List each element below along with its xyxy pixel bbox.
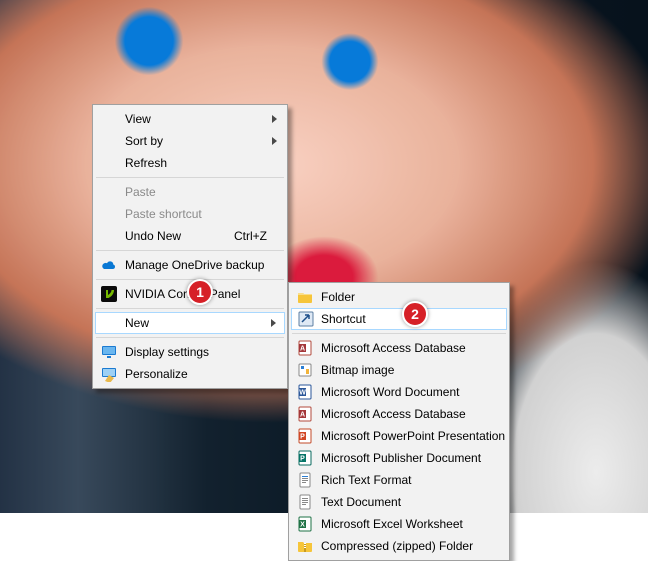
- menu-item-personalize[interactable]: Personalize: [95, 363, 285, 385]
- paint-icon: [101, 366, 117, 382]
- submenu-item-rtf[interactable]: Rich Text Format: [291, 469, 507, 491]
- cloud-icon: [101, 257, 117, 273]
- menu-item-paste-shortcut: Paste shortcut: [95, 203, 285, 225]
- menu-item-label: Shortcut: [321, 312, 366, 326]
- submenu-item-bitmap[interactable]: Bitmap image: [291, 359, 507, 381]
- menu-item-label: Sort by: [125, 134, 163, 148]
- menu-item-label: Microsoft PowerPoint Presentation: [321, 429, 505, 443]
- submenu-item-word[interactable]: W Microsoft Word Document: [291, 381, 507, 403]
- submenu-item-zip[interactable]: Compressed (zipped) Folder: [291, 535, 507, 557]
- menu-item-label: Refresh: [125, 156, 167, 170]
- menu-item-label: Folder: [321, 290, 355, 304]
- powerpoint-icon: P: [297, 428, 313, 444]
- publisher-icon: P: [297, 450, 313, 466]
- menu-item-label: Rich Text Format: [321, 473, 411, 487]
- folder-icon: [297, 289, 313, 305]
- menu-item-label: Manage OneDrive backup: [125, 258, 264, 272]
- menu-item-label: NVIDIA Control Panel: [125, 287, 240, 301]
- menu-item-new[interactable]: New: [95, 312, 285, 334]
- submenu-item-access[interactable]: A Microsoft Access Database: [291, 337, 507, 359]
- menu-item-view[interactable]: View: [95, 108, 285, 130]
- menu-separator: [96, 177, 284, 178]
- new-submenu: Folder Shortcut A Microsoft Access Datab…: [288, 282, 510, 561]
- svg-text:P: P: [300, 456, 305, 463]
- submenu-item-txt[interactable]: Text Document: [291, 491, 507, 513]
- zip-folder-icon: [297, 538, 313, 554]
- menu-separator: [292, 333, 506, 334]
- submenu-arrow-icon: [272, 115, 277, 123]
- menu-item-label: New: [125, 316, 149, 330]
- menu-item-label: Undo New: [125, 229, 181, 243]
- submenu-item-shortcut[interactable]: Shortcut: [291, 308, 507, 330]
- menu-item-label: View: [125, 112, 151, 126]
- menu-item-label: Text Document: [321, 495, 401, 509]
- svg-text:P: P: [300, 434, 305, 441]
- menu-separator: [96, 308, 284, 309]
- menu-item-label: Paste: [125, 185, 156, 199]
- desktop-context-menu: View Sort by Refresh Paste Paste shortcu…: [92, 104, 288, 389]
- submenu-item-access-2[interactable]: A Microsoft Access Database: [291, 403, 507, 425]
- svg-text:W: W: [299, 390, 306, 397]
- menu-item-label: Compressed (zipped) Folder: [321, 539, 473, 553]
- menu-item-label: Microsoft Word Document: [321, 385, 460, 399]
- menu-item-shortcut: Ctrl+Z: [234, 229, 267, 243]
- word-icon: W: [297, 384, 313, 400]
- access-icon: A: [297, 406, 313, 422]
- svg-text:A: A: [300, 412, 305, 419]
- menu-separator: [96, 279, 284, 280]
- monitor-icon: [101, 344, 117, 360]
- menu-item-label: Microsoft Excel Worksheet: [321, 517, 463, 531]
- excel-icon: X: [297, 516, 313, 532]
- menu-item-label: Microsoft Publisher Document: [321, 451, 481, 465]
- callout-badge-2: 2: [402, 301, 428, 327]
- submenu-item-excel[interactable]: X Microsoft Excel Worksheet: [291, 513, 507, 535]
- menu-item-onedrive-backup[interactable]: Manage OneDrive backup: [95, 254, 285, 276]
- submenu-item-powerpoint[interactable]: P Microsoft PowerPoint Presentation: [291, 425, 507, 447]
- menu-item-undo[interactable]: Undo New Ctrl+Z: [95, 225, 285, 247]
- submenu-arrow-icon: [272, 137, 277, 145]
- menu-separator: [96, 250, 284, 251]
- shortcut-icon: [298, 311, 314, 327]
- svg-text:X: X: [300, 522, 305, 529]
- menu-item-label: Bitmap image: [321, 363, 394, 377]
- menu-item-label: Display settings: [125, 345, 209, 359]
- callout-badge-1: 1: [187, 279, 213, 305]
- callout-number: 2: [411, 306, 419, 322]
- txt-icon: [297, 494, 313, 510]
- menu-item-refresh[interactable]: Refresh: [95, 152, 285, 174]
- menu-item-label: Paste shortcut: [125, 207, 202, 221]
- callout-number: 1: [196, 284, 204, 300]
- menu-item-sort-by[interactable]: Sort by: [95, 130, 285, 152]
- access-icon: A: [297, 340, 313, 356]
- menu-item-label: Microsoft Access Database: [321, 341, 466, 355]
- menu-item-label: Microsoft Access Database: [321, 407, 466, 421]
- rtf-icon: [297, 472, 313, 488]
- menu-item-paste: Paste: [95, 181, 285, 203]
- menu-item-display-settings[interactable]: Display settings: [95, 341, 285, 363]
- svg-text:A: A: [300, 346, 305, 353]
- menu-item-label: Personalize: [125, 367, 188, 381]
- submenu-arrow-icon: [271, 319, 276, 327]
- submenu-item-folder[interactable]: Folder: [291, 286, 507, 308]
- bitmap-icon: [297, 362, 313, 378]
- menu-separator: [96, 337, 284, 338]
- submenu-item-publisher[interactable]: P Microsoft Publisher Document: [291, 447, 507, 469]
- nvidia-icon: [101, 286, 117, 302]
